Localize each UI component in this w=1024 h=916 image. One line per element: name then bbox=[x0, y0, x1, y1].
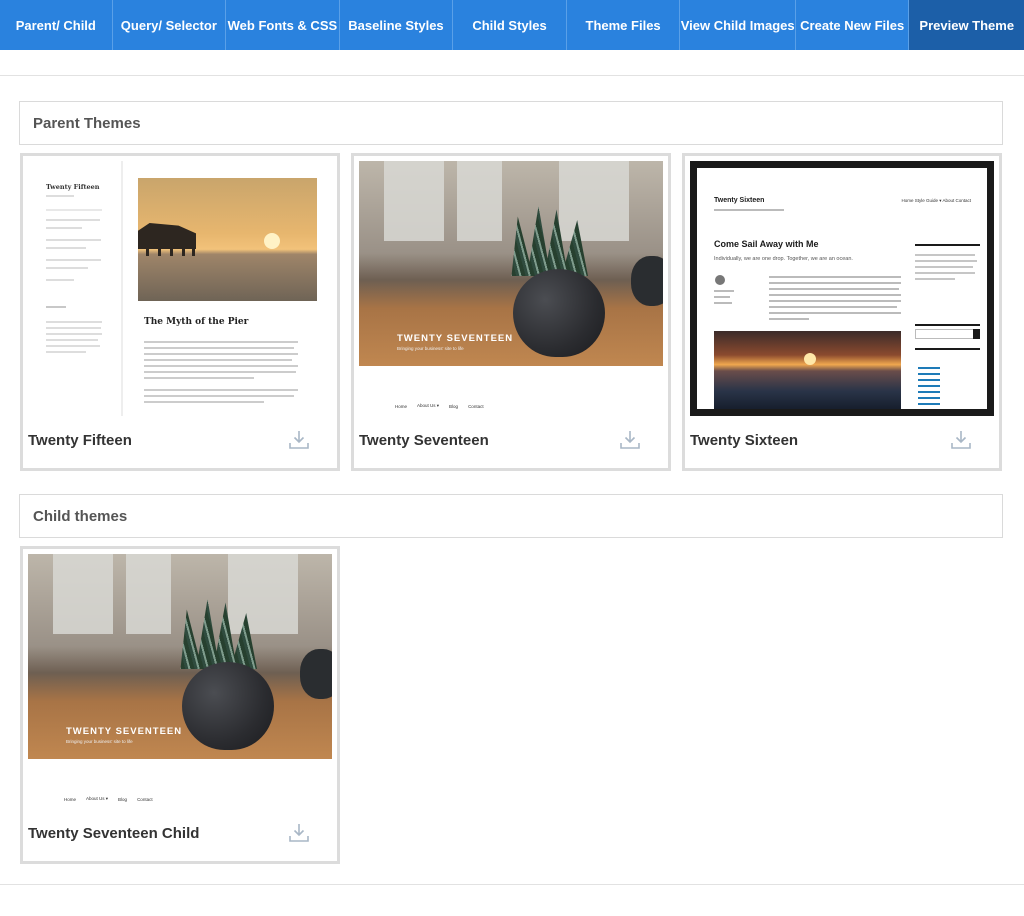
tab-query-selector[interactable]: Query/ Selector bbox=[113, 0, 227, 50]
theme-card-twenty-fifteen[interactable]: Twenty Fifteen The Myth of the Pier Twen… bbox=[20, 153, 340, 471]
theme-card-twenty-sixteen[interactable]: Twenty Sixteen Home Style Guide ▾ About … bbox=[682, 153, 1002, 471]
theme-screenshot: Twenty Sixteen Home Style Guide ▾ About … bbox=[690, 161, 994, 416]
download-icon[interactable] bbox=[950, 429, 972, 451]
screenshot-post-title: The Myth of the Pier bbox=[144, 317, 249, 327]
screenshot-post-title: Come Sail Away with Me bbox=[714, 239, 819, 249]
screenshot-nav: Home Style Guide ▾ About Contact bbox=[901, 198, 971, 203]
tab-child-styles[interactable]: Child Styles bbox=[453, 0, 567, 50]
screenshot-nav: Home About Us ▾ Blog Contact bbox=[28, 789, 332, 809]
theme-screenshot: TWENTY SEVENTEEN Bringing your business'… bbox=[28, 554, 332, 809]
screenshot-nav: Home About Us ▾ Blog Contact bbox=[359, 396, 663, 416]
preview-panel: Parent Themes Twenty Fifteen The Myth of… bbox=[0, 75, 1024, 885]
pier-photo bbox=[138, 178, 317, 301]
screenshot-excerpt: Individually, we are one drop. Together,… bbox=[714, 256, 853, 262]
tab-theme-files[interactable]: Theme Files bbox=[567, 0, 681, 50]
download-icon[interactable] bbox=[288, 429, 310, 451]
plant-photo: TWENTY SEVENTEEN Bringing your business'… bbox=[359, 161, 663, 366]
theme-name: Twenty Sixteen bbox=[690, 432, 799, 449]
top-nav: Parent/ Child Query/ Selector Web Fonts … bbox=[0, 0, 1024, 50]
screenshot-brand: TWENTY SEVENTEEN bbox=[397, 333, 514, 344]
tab-web-fonts-css[interactable]: Web Fonts & CSS bbox=[226, 0, 340, 50]
theme-card-twenty-seventeen[interactable]: TWENTY SEVENTEEN Bringing your business'… bbox=[351, 153, 671, 471]
parent-themes-heading: Parent Themes bbox=[19, 101, 1003, 145]
tab-preview-theme[interactable]: Preview Theme bbox=[909, 0, 1024, 50]
tab-create-new-files[interactable]: Create New Files bbox=[796, 0, 910, 50]
theme-card-twenty-seventeen-child[interactable]: TWENTY SEVENTEEN Bringing your business'… bbox=[20, 546, 340, 864]
theme-name: Twenty Seventeen bbox=[359, 432, 489, 449]
tab-parent-child[interactable]: Parent/ Child bbox=[0, 0, 113, 50]
theme-name: Twenty Seventeen Child bbox=[28, 825, 200, 842]
screenshot-site-title: Twenty Fifteen bbox=[46, 183, 100, 191]
screenshot-brand: TWENTY SEVENTEEN bbox=[66, 726, 183, 737]
tab-baseline-styles[interactable]: Baseline Styles bbox=[340, 0, 454, 50]
screenshot-tagline: Bringing your business' site to life bbox=[397, 346, 464, 351]
tab-view-child-images[interactable]: View Child Images bbox=[680, 0, 796, 50]
theme-screenshot: TWENTY SEVENTEEN Bringing your business'… bbox=[359, 161, 663, 416]
download-icon[interactable] bbox=[619, 429, 641, 451]
child-themes-heading: Child themes bbox=[19, 494, 1003, 538]
download-icon[interactable] bbox=[288, 822, 310, 844]
sunset-photo bbox=[714, 331, 901, 409]
screenshot-site-title: Twenty Sixteen bbox=[714, 197, 765, 204]
screenshot-tagline: Bringing your business' site to life bbox=[66, 739, 133, 744]
plant-photo: TWENTY SEVENTEEN Bringing your business'… bbox=[28, 554, 332, 759]
theme-name: Twenty Fifteen bbox=[28, 432, 132, 449]
theme-screenshot: Twenty Fifteen The Myth of the Pier bbox=[28, 161, 332, 416]
